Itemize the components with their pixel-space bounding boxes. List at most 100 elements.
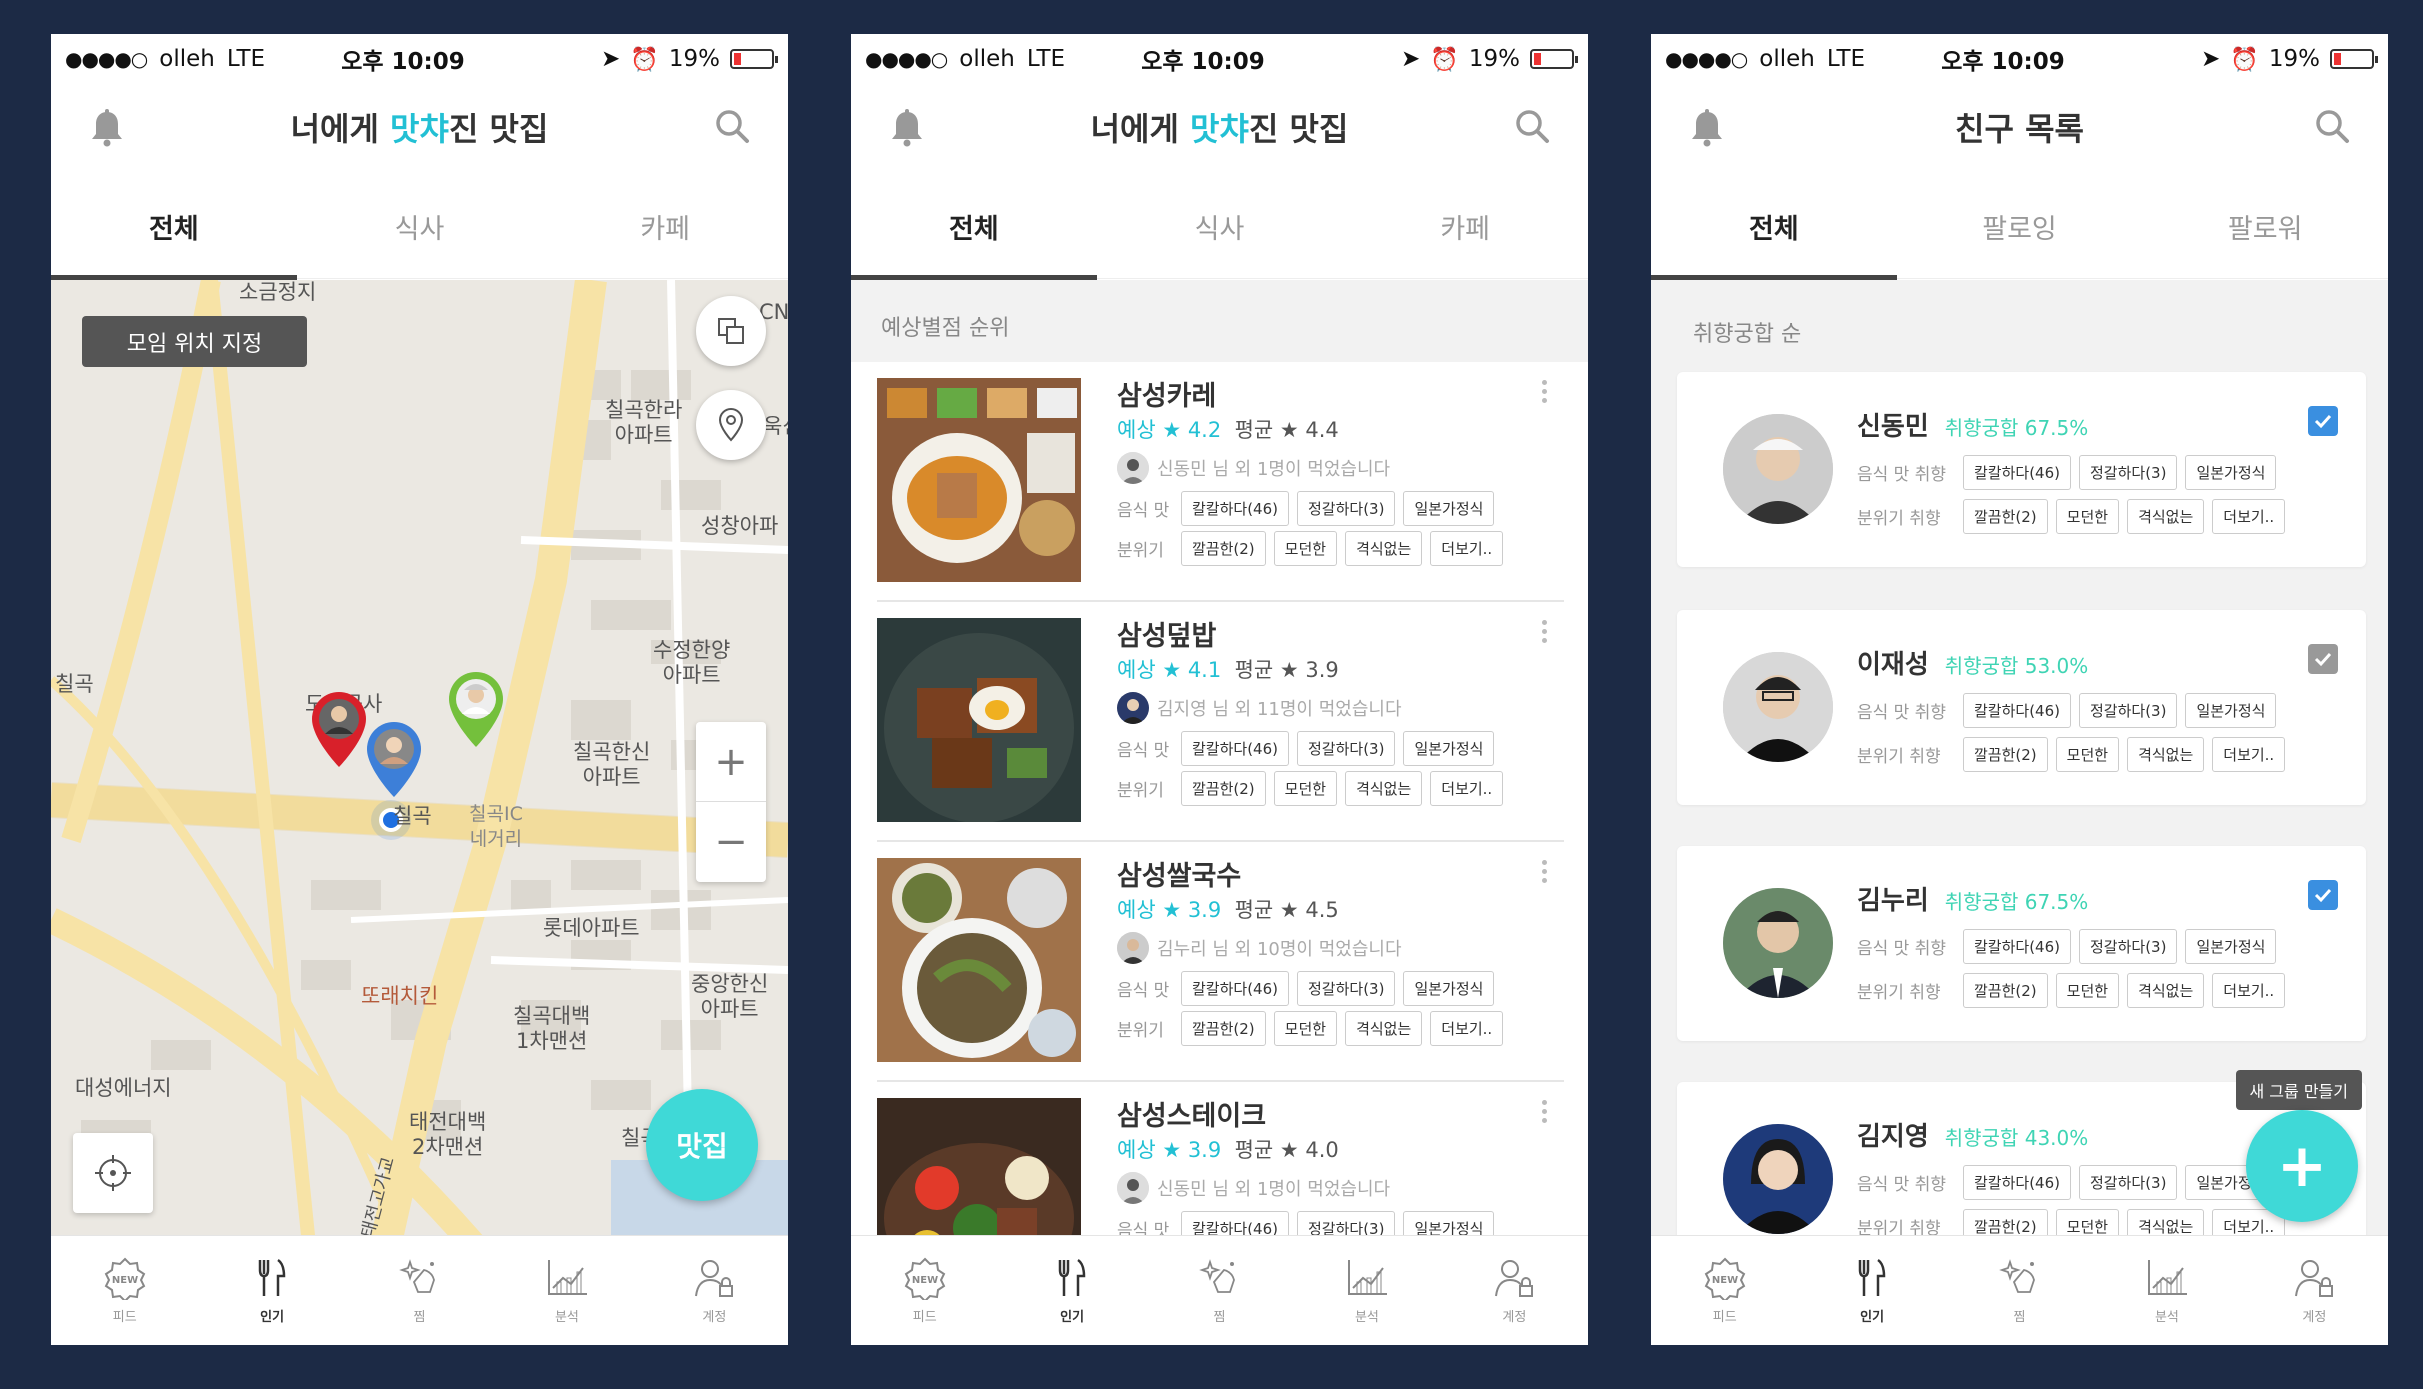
tab-meal[interactable]: 식사 — [1097, 174, 1343, 278]
taste-tag[interactable]: 정갈하다(3) — [1297, 490, 1396, 526]
restaurant-fab[interactable]: 맛집 — [646, 1089, 758, 1201]
taste-tag[interactable]: 정갈하다(3) — [2079, 454, 2178, 490]
nav-wishlist[interactable]: 찜 — [1946, 1236, 2093, 1345]
taste-tag[interactable]: 일본가정식 — [2185, 692, 2277, 728]
nav-popular[interactable]: 인기 — [1798, 1236, 1945, 1345]
mood-tag[interactable]: 격식없는 — [2127, 972, 2205, 1008]
tab-following[interactable]: 팔로잉 — [1897, 174, 2143, 278]
map-label: 태전대백 2차맨션 — [409, 1110, 487, 1159]
more-tags-button[interactable]: 더보기.. — [1430, 530, 1504, 566]
taste-tag[interactable]: 칼칼하다(46) — [1963, 928, 2071, 964]
nav-popular[interactable]: 인기 — [998, 1236, 1145, 1345]
set-meeting-location-button[interactable]: 모임 위치 지정 — [82, 316, 307, 367]
taste-tag[interactable]: 정갈하다(3) — [2079, 928, 2178, 964]
more-tags-button[interactable]: 더보기.. — [2212, 736, 2286, 772]
nav-feed[interactable]: 피드 — [51, 1236, 198, 1345]
friend-card[interactable]: 이재성 취향궁합 53.0% 음식 맛 취향 칼칼하다(46) 정갈하다(3) 일본가정… — [1677, 610, 2366, 805]
taste-tag[interactable]: 정갈하다(3) — [2079, 692, 2178, 728]
mood-tag[interactable]: 모던한 — [1273, 530, 1338, 566]
bell-icon[interactable] — [889, 108, 925, 148]
nav-feed[interactable]: 피드 — [851, 1236, 998, 1345]
layers-button[interactable] — [696, 296, 766, 366]
taste-tag[interactable]: 칼칼하다(46) — [1963, 692, 2071, 728]
nav-account[interactable]: 계정 — [641, 1236, 788, 1345]
friend-pin-blue[interactable] — [364, 720, 424, 800]
nav-account[interactable]: 계정 — [2241, 1236, 2388, 1345]
taste-tag[interactable]: 칼칼하다(46) — [1181, 490, 1289, 526]
nav-analysis[interactable]: 분석 — [493, 1236, 640, 1345]
tab-cafe[interactable]: 카페 — [1342, 174, 1588, 278]
bell-icon[interactable] — [89, 108, 125, 148]
select-checkbox[interactable] — [2308, 644, 2338, 674]
more-tags-button[interactable]: 더보기.. — [1430, 770, 1504, 806]
friend-card[interactable]: 김누리 취향궁합 67.5% 음식 맛 취향 칼칼하다(46) 정갈하다(3) 일본가정… — [1677, 846, 2366, 1041]
mood-tag[interactable]: 깔끔한(2) — [1963, 736, 2048, 772]
tab-all[interactable]: 전체 — [1651, 174, 1897, 280]
mood-tag[interactable]: 격식없는 — [1345, 1010, 1423, 1046]
taste-tag[interactable]: 일본가정식 — [2185, 454, 2277, 490]
friend-pin-green[interactable] — [446, 670, 506, 750]
select-checkbox[interactable] — [2308, 406, 2338, 436]
nav-analysis[interactable]: 분석 — [2093, 1236, 2240, 1345]
taste-tag[interactable]: 일본가정식 — [1403, 490, 1495, 526]
nav-analysis[interactable]: 분석 — [1293, 1236, 1440, 1345]
restaurant-card[interactable]: 삼성쌀국수 예상 ★ 3.9 평균 ★ 4.5 김누리 님 외 10명이 먹었습… — [877, 842, 1564, 1082]
tab-followers[interactable]: 팔로워 — [2142, 174, 2388, 278]
more-options-icon[interactable] — [1542, 1100, 1548, 1124]
search-icon[interactable] — [2314, 108, 2350, 144]
mood-tag[interactable]: 모던한 — [2055, 736, 2120, 772]
mood-tag[interactable]: 깔끔한(2) — [1181, 530, 1266, 566]
select-checkbox[interactable] — [2308, 880, 2338, 910]
pin-button[interactable] — [696, 390, 766, 460]
taste-tag[interactable]: 정갈하다(3) — [1297, 970, 1396, 1006]
mood-tag[interactable]: 격식없는 — [1345, 770, 1423, 806]
more-options-icon[interactable] — [1542, 380, 1548, 404]
zoom-out-button[interactable]: − — [696, 802, 766, 882]
tab-all[interactable]: 전체 — [851, 174, 1097, 280]
taste-tag[interactable]: 일본가정식 — [1403, 970, 1495, 1006]
more-tags-button[interactable]: 더보기.. — [2212, 498, 2286, 534]
current-location-button[interactable] — [73, 1133, 153, 1213]
nav-feed[interactable]: 피드 — [1651, 1236, 1798, 1345]
mood-tag[interactable]: 모던한 — [2055, 972, 2120, 1008]
taste-tag[interactable]: 칼칼하다(46) — [1181, 730, 1289, 766]
more-options-icon[interactable] — [1542, 620, 1548, 644]
restaurant-card[interactable]: 삼성덮밥 예상 ★ 4.1 평균 ★ 3.9 김지영 님 외 11명이 먹었습니… — [877, 602, 1564, 842]
zoom-in-button[interactable]: + — [696, 722, 766, 802]
taste-tag[interactable]: 칼칼하다(46) — [1181, 970, 1289, 1006]
mood-tag[interactable]: 깔끔한(2) — [1181, 1010, 1266, 1046]
friend-pin-red[interactable] — [309, 690, 369, 770]
taste-tag[interactable]: 칼칼하다(46) — [1963, 1164, 2071, 1200]
restaurant-card[interactable]: 삼성카레 예상 ★ 4.2 평균 ★ 4.4 신동민 님 외 1명이 먹었습니다… — [877, 362, 1564, 602]
mood-tag[interactable]: 모던한 — [2055, 498, 2120, 534]
more-tags-button[interactable]: 더보기.. — [1430, 1010, 1504, 1046]
taste-tag[interactable]: 정갈하다(3) — [1297, 730, 1396, 766]
mood-tag[interactable]: 깔끔한(2) — [1181, 770, 1266, 806]
taste-tag[interactable]: 일본가정식 — [1403, 730, 1495, 766]
add-group-fab[interactable]: + — [2246, 1110, 2358, 1222]
friend-card[interactable]: 신동민 취향궁합 67.5% 음식 맛 취향 칼칼하다(46) 정갈하다(3) 일본가정… — [1677, 372, 2366, 567]
nav-popular[interactable]: 인기 — [198, 1236, 345, 1345]
search-icon[interactable] — [714, 108, 750, 144]
taste-tag[interactable]: 칼칼하다(46) — [1963, 454, 2071, 490]
tab-meal[interactable]: 식사 — [297, 174, 543, 278]
taste-tag[interactable]: 정갈하다(3) — [2079, 1164, 2178, 1200]
mood-tag[interactable]: 격식없는 — [2127, 736, 2205, 772]
mood-tag[interactable]: 깔끔한(2) — [1963, 972, 2048, 1008]
search-icon[interactable] — [1514, 108, 1550, 144]
mood-tag[interactable]: 모던한 — [1273, 770, 1338, 806]
mood-tag[interactable]: 격식없는 — [1345, 530, 1423, 566]
nav-wishlist[interactable]: 찜 — [346, 1236, 493, 1345]
mood-tag[interactable]: 모던한 — [1273, 1010, 1338, 1046]
map-view[interactable]: 소금정지 칠곡한라 아파트 성창아파 수정한양 아파트 칠곡 도로공사 칠곡한신… — [51, 280, 788, 1235]
more-tags-button[interactable]: 더보기.. — [2212, 972, 2286, 1008]
tab-all[interactable]: 전체 — [51, 174, 297, 280]
more-options-icon[interactable] — [1542, 860, 1548, 884]
mood-tag[interactable]: 깔끔한(2) — [1963, 498, 2048, 534]
nav-account[interactable]: 계정 — [1441, 1236, 1588, 1345]
tab-cafe[interactable]: 카페 — [542, 174, 788, 278]
bell-icon[interactable] — [1689, 108, 1725, 148]
mood-tag[interactable]: 격식없는 — [2127, 498, 2205, 534]
nav-wishlist[interactable]: 찜 — [1146, 1236, 1293, 1345]
taste-tag[interactable]: 일본가정식 — [2185, 928, 2277, 964]
